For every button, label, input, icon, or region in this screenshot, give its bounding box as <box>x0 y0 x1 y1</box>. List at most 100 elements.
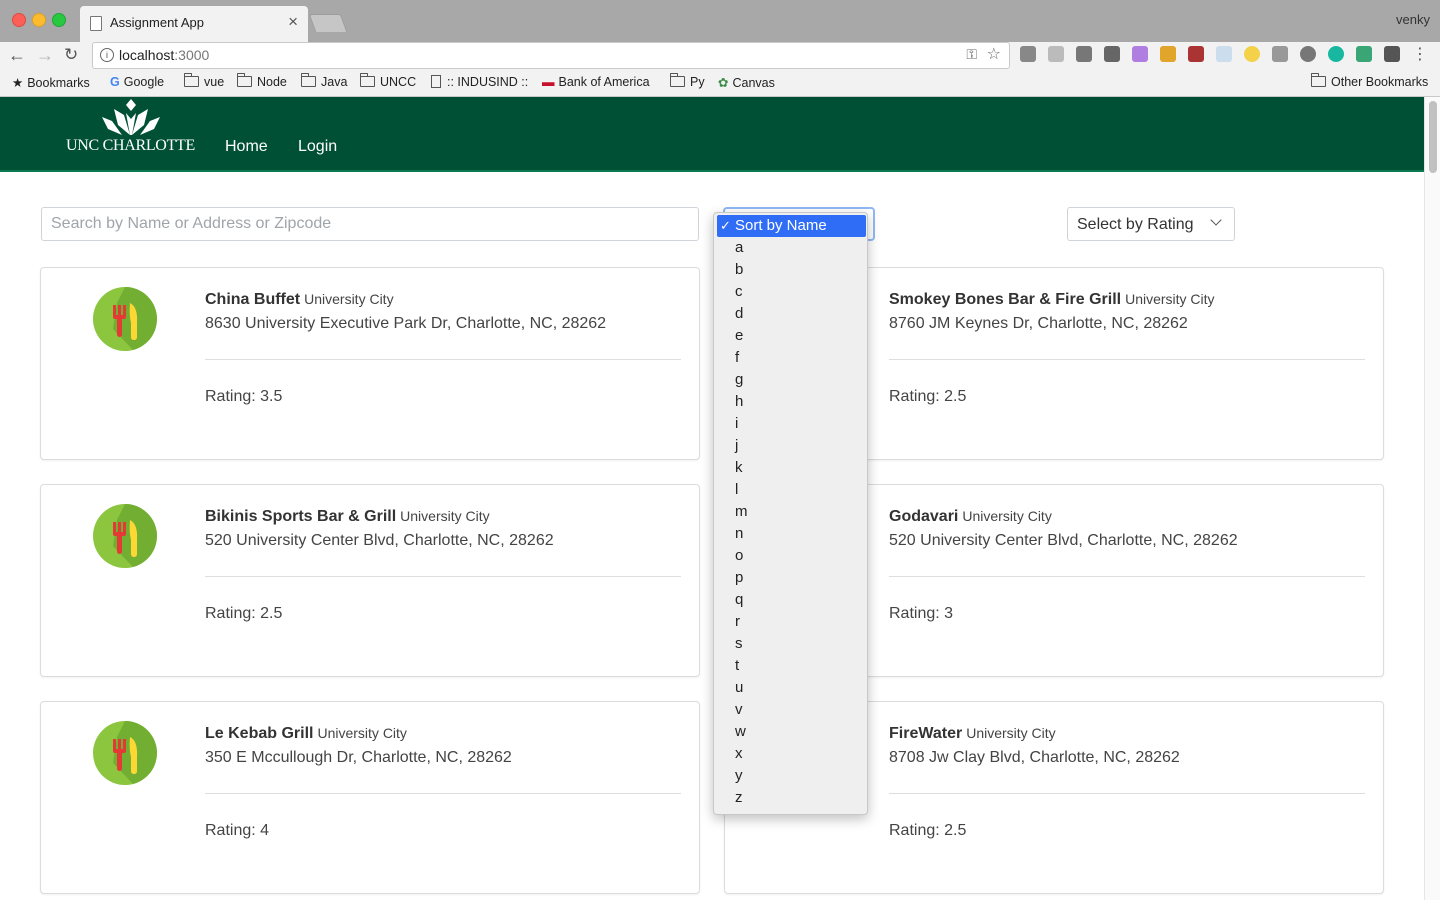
angular-inspector-icon[interactable] <box>1048 46 1064 62</box>
vue-devtools-icon[interactable] <box>1356 46 1372 62</box>
browser-tab[interactable]: Assignment App × <box>80 6 308 42</box>
angular-extension-icon[interactable] <box>1020 46 1036 62</box>
restaurant-card[interactable]: Bikinis Sports Bar & Grill University Cit… <box>40 484 700 677</box>
bookmark-item[interactable]: Py <box>670 73 705 89</box>
bookmark-item[interactable]: Java <box>301 73 347 89</box>
restaurant-area: University City <box>304 291 394 307</box>
tab-close-icon[interactable]: × <box>288 12 298 32</box>
sort-option-v[interactable]: v <box>714 699 867 721</box>
reload-icon[interactable]: ↻ <box>64 45 78 65</box>
people-extension-icon[interactable] <box>1160 46 1176 62</box>
minimize-window-button[interactable] <box>32 13 46 27</box>
logo-text[interactable]: UNC CHARLOTTE <box>66 137 195 155</box>
restaurant-fork-knife-icon <box>93 287 157 351</box>
sort-option-r[interactable]: r <box>714 611 867 633</box>
other-bookmarks[interactable]: Other Bookmarks <box>1311 73 1428 89</box>
sort-option-n[interactable]: n <box>714 523 867 545</box>
restaurant-card[interactable]: Le Kebab Grill University City 350 E Mccul… <box>40 701 700 894</box>
sort-option-o[interactable]: o <box>714 545 867 567</box>
restaurant-area: University City <box>1125 291 1215 307</box>
sort-option-q[interactable]: q <box>714 589 867 611</box>
grammarly-icon[interactable] <box>1328 46 1344 62</box>
info-icon[interactable]: i <box>100 48 114 62</box>
address-bar[interactable]: i localhost:3000 ⚿ ☆ <box>92 42 1010 69</box>
bookmark-item[interactable]: ▬ Bank of America <box>542 75 650 89</box>
bookmark-item[interactable]: ✿ Canvas <box>718 75 775 90</box>
browser-titlebar: Assignment App × venky <box>0 0 1440 42</box>
nav-login-link[interactable]: Login <box>298 138 337 156</box>
sort-option-selected[interactable]: ✓ Sort by Name <box>717 215 866 237</box>
close-window-button[interactable] <box>12 13 26 27</box>
bookmark-star-icon[interactable]: ☆ <box>987 44 1001 64</box>
glasses-extension-icon[interactable] <box>1188 46 1204 62</box>
restaurant-rating: Rating: 2.5 <box>889 388 967 405</box>
sort-option-i[interactable]: i <box>714 413 867 435</box>
restaurant-name[interactable]: FireWater <box>889 725 962 742</box>
restaurant-header: China Buffet University City <box>205 291 394 309</box>
nav-home-link[interactable]: Home <box>225 138 268 156</box>
restaurant-address: 520 University Center Blvd, Charlotte, N… <box>205 532 554 549</box>
restaurant-name[interactable]: China Buffet <box>205 291 300 308</box>
feather-extension-icon[interactable] <box>1132 46 1148 62</box>
bookmark-item[interactable]: UNCC <box>360 73 416 89</box>
bookmark-item[interactable]: vue <box>184 73 224 89</box>
browser-menu-icon[interactable]: ⋮ <box>1412 44 1428 64</box>
sort-option-z[interactable]: z <box>714 787 867 809</box>
sort-option-x[interactable]: x <box>714 743 867 765</box>
back-arrow-icon[interactable]: ← <box>8 45 26 66</box>
maximize-window-button[interactable] <box>52 13 66 27</box>
cloud-extension-icon[interactable] <box>1300 46 1316 62</box>
sort-option-k[interactable]: k <box>714 457 867 479</box>
search-input[interactable] <box>41 207 699 241</box>
restaurant-card[interactable]: China Buffet University City 8630 Universi… <box>40 267 700 460</box>
restaurant-name[interactable]: Smokey Bones Bar & Fire Grill <box>889 291 1121 308</box>
bookmark-item[interactable]: Node <box>237 73 287 89</box>
sort-option-c[interactable]: c <box>714 281 867 303</box>
sort-option-y[interactable]: y <box>714 765 867 787</box>
profile-name[interactable]: venky <box>1396 12 1430 27</box>
bookmark-item[interactable]: ★ Bookmarks <box>12 75 90 90</box>
google-icon: G <box>110 75 120 89</box>
location-extension-icon[interactable] <box>1104 46 1120 62</box>
divider <box>889 576 1365 577</box>
scrollbar-thumb[interactable] <box>1429 101 1437 173</box>
new-tab-button[interactable] <box>308 14 348 32</box>
cursor-extension-icon[interactable] <box>1384 46 1400 62</box>
bookmark-item[interactable]: G Google <box>110 75 164 89</box>
window-extension-icon[interactable] <box>1272 46 1288 62</box>
jb-extension-icon[interactable] <box>1076 46 1092 62</box>
url-text[interactable]: localhost:3000 <box>119 47 209 63</box>
key-icon[interactable]: ⚿ <box>966 46 977 63</box>
checkmark-icon: ✓ <box>720 218 731 233</box>
sort-option-s[interactable]: s <box>714 633 867 655</box>
restaurant-name[interactable]: Le Kebab Grill <box>205 725 313 742</box>
restaurant-name[interactable]: Godavari <box>889 508 958 525</box>
sort-option-m[interactable]: m <box>714 501 867 523</box>
bulb-extension-icon[interactable] <box>1244 46 1260 62</box>
sort-option-j[interactable]: j <box>714 435 867 457</box>
sort-option-a[interactable]: a <box>714 237 867 259</box>
react-extension-icon[interactable] <box>1216 46 1232 62</box>
sort-option-t[interactable]: t <box>714 655 867 677</box>
sort-option-e[interactable]: e <box>714 325 867 347</box>
sort-option-d[interactable]: d <box>714 303 867 325</box>
divider <box>889 359 1365 360</box>
folder-icon <box>670 73 685 87</box>
chevron-down-icon <box>1210 214 1222 226</box>
forward-arrow-icon[interactable]: → <box>36 45 54 66</box>
sort-option-w[interactable]: w <box>714 721 867 743</box>
select-by-rating-dropdown[interactable]: Select by Rating <box>1067 207 1235 241</box>
sort-option-h[interactable]: h <box>714 391 867 413</box>
restaurant-rating: Rating: 2.5 <box>205 605 283 622</box>
sort-option-u[interactable]: u <box>714 677 867 699</box>
restaurant-name[interactable]: Bikinis Sports Bar & Grill <box>205 508 396 525</box>
bookmark-item[interactable]: :: INDUSIND :: <box>431 75 528 89</box>
sort-option-b[interactable]: b <box>714 259 867 281</box>
sort-option-f[interactable]: f <box>714 347 867 369</box>
folder-icon <box>237 73 252 87</box>
page-scrollbar[interactable] <box>1424 97 1440 900</box>
sort-option-l[interactable]: l <box>714 479 867 501</box>
rating-select-label: Select by Rating <box>1077 216 1194 233</box>
sort-option-g[interactable]: g <box>714 369 867 391</box>
sort-option-p[interactable]: p <box>714 567 867 589</box>
